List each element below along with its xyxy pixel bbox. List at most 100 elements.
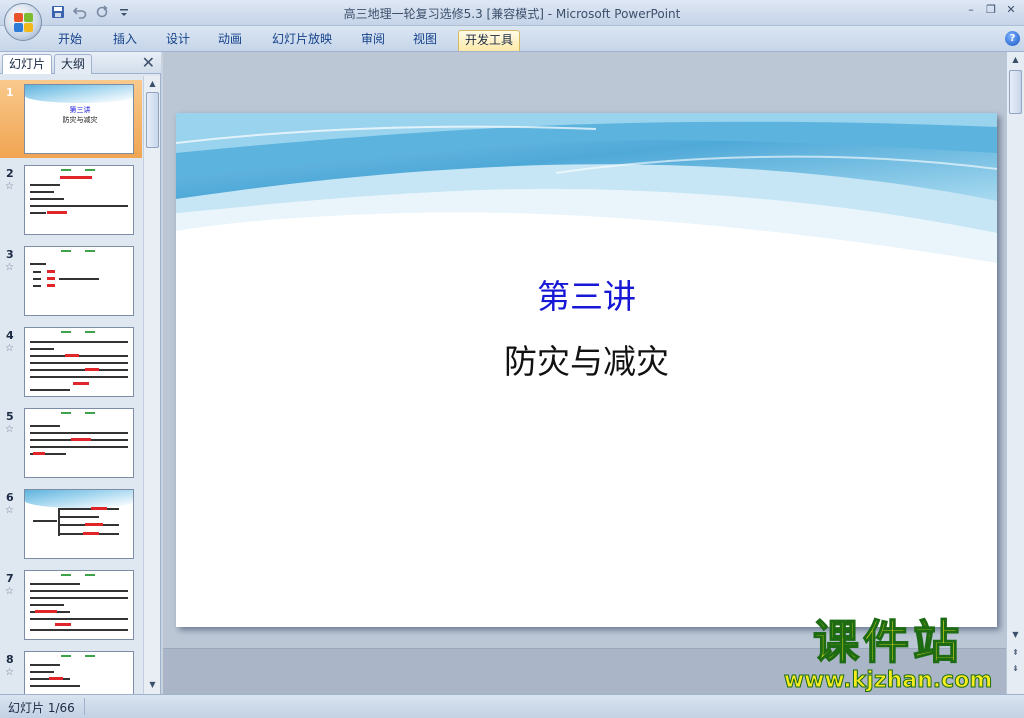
slide-preview bbox=[24, 570, 134, 640]
close-icon[interactable]: ✕ bbox=[142, 54, 155, 72]
mini-bar bbox=[91, 507, 107, 510]
slide-preview bbox=[24, 165, 134, 235]
slide-thumbnail-2[interactable]: 2 ☆ bbox=[0, 161, 142, 239]
scroll-down-icon[interactable]: ▼ bbox=[1009, 628, 1022, 642]
mini-bar bbox=[71, 438, 91, 441]
mini-bar bbox=[60, 176, 92, 179]
animation-star-icon: ☆ bbox=[5, 262, 14, 273]
tab-developer[interactable]: 开发工具 bbox=[458, 30, 521, 51]
slide-thumbnail-3[interactable]: 3 ☆ bbox=[0, 242, 142, 320]
animation-star-icon: ☆ bbox=[5, 343, 14, 354]
mini-bar bbox=[30, 212, 46, 214]
slide-thumbnail-6[interactable]: 6 ☆ bbox=[0, 485, 142, 563]
slide-number: 2 bbox=[6, 167, 14, 180]
ribbon-tabs: 开始 插入 设计 动画 幻灯片放映 审阅 视图 开发工具 ? bbox=[0, 26, 1024, 52]
mini-bar bbox=[30, 355, 128, 357]
tab-insert[interactable]: 插入 bbox=[107, 30, 143, 51]
scroll-thumb[interactable] bbox=[146, 92, 159, 148]
next-slide-icon[interactable]: ⇟ bbox=[1009, 662, 1022, 676]
tab-outline[interactable]: 大纲 bbox=[54, 54, 93, 74]
mini-bar bbox=[47, 277, 55, 280]
slide-preview: 第三讲 防灾与减灾 bbox=[24, 84, 134, 154]
mini-bar bbox=[47, 284, 55, 287]
mini-bar bbox=[33, 278, 41, 280]
mini-bar bbox=[33, 271, 41, 273]
slide-preview bbox=[24, 408, 134, 478]
watermark-title: 课件站 bbox=[812, 615, 963, 669]
mini-bar bbox=[30, 263, 46, 265]
current-slide[interactable]: 第三讲 防灾与减灾 bbox=[176, 113, 997, 627]
slide-number: 6 bbox=[6, 491, 14, 504]
scroll-up-icon[interactable]: ▲ bbox=[1009, 53, 1022, 67]
tab-design[interactable]: 设计 bbox=[160, 30, 196, 51]
animation-star-icon: ☆ bbox=[5, 505, 14, 516]
scroll-down-icon[interactable]: ▼ bbox=[146, 678, 159, 692]
mini-bar bbox=[30, 362, 128, 364]
mini-bar bbox=[58, 508, 60, 536]
thumb-subtitle: 防灾与减灾 bbox=[62, 116, 98, 124]
mini-bar bbox=[30, 341, 128, 343]
tab-view[interactable]: 视图 bbox=[407, 30, 443, 51]
slide-thumbnail-5[interactable]: 5 ☆ bbox=[0, 404, 142, 482]
tab-home[interactable]: 开始 bbox=[52, 30, 88, 51]
tab-review[interactable]: 审阅 bbox=[355, 30, 391, 51]
mini-bar bbox=[30, 389, 70, 391]
mini-bar bbox=[61, 655, 71, 657]
slide-thumbnail-1[interactable]: 1 第三讲 防灾与减灾 bbox=[0, 80, 142, 158]
mini-bar bbox=[85, 169, 95, 171]
wave-decoration bbox=[25, 85, 133, 103]
thumbnail-scrollbar[interactable]: ▲ ▼ bbox=[143, 76, 160, 694]
restore-button[interactable]: ❐ bbox=[984, 3, 998, 17]
scroll-up-icon[interactable]: ▲ bbox=[146, 77, 159, 91]
mini-bar bbox=[30, 205, 128, 207]
window-title: 高三地理一轮复习选修5.3 [兼容模式] - Microsoft PowerPo… bbox=[343, 7, 681, 21]
mini-bar bbox=[30, 590, 128, 592]
help-icon[interactable]: ? bbox=[1005, 31, 1020, 46]
slide-thumbnail-7[interactable]: 7 ☆ bbox=[0, 566, 142, 644]
tab-slides[interactable]: 幻灯片 bbox=[2, 54, 53, 74]
slide-scrollbar[interactable]: ▲ ▼ ⇞ ⇟ bbox=[1006, 52, 1024, 694]
thumb-title: 第三讲 bbox=[69, 106, 91, 114]
mini-bar bbox=[30, 604, 64, 606]
mini-bar bbox=[85, 574, 95, 576]
previous-slide-icon[interactable]: ⇞ bbox=[1009, 646, 1022, 660]
tab-slideshow[interactable]: 幻灯片放映 bbox=[266, 30, 338, 51]
mini-bar bbox=[61, 250, 71, 252]
tab-animations[interactable]: 动画 bbox=[212, 30, 248, 51]
slide-thumbnail-4[interactable]: 4 ☆ bbox=[0, 323, 142, 401]
minimize-button[interactable]: – bbox=[964, 3, 978, 17]
slide-title[interactable]: 第三讲 bbox=[176, 270, 997, 318]
mini-bar bbox=[30, 191, 54, 193]
mini-bar bbox=[35, 610, 57, 613]
window-controls: – ❐ ✕ bbox=[964, 3, 1018, 17]
slide-number: 3 bbox=[6, 248, 14, 261]
slide-thumbnail-8[interactable]: 8 ☆ bbox=[0, 647, 142, 694]
mini-bar bbox=[47, 211, 67, 214]
office-button[interactable] bbox=[4, 3, 42, 41]
scroll-thumb[interactable] bbox=[1009, 70, 1022, 114]
mini-bar bbox=[85, 368, 99, 371]
mini-bar bbox=[61, 169, 71, 171]
mini-bar bbox=[30, 629, 128, 631]
slides-panel: 幻灯片 大纲 ✕ 1 第三讲 防灾与减灾 2 ☆ 3 ☆ 4 ☆ 5 ☆ 6 ☆… bbox=[0, 52, 161, 694]
slide-number: 1 bbox=[6, 86, 14, 99]
mini-bar bbox=[47, 270, 55, 273]
mini-bar bbox=[30, 583, 80, 585]
mini-bar bbox=[30, 198, 64, 200]
mini-bar bbox=[55, 623, 71, 626]
mini-bar bbox=[30, 184, 60, 186]
mini-bar bbox=[30, 432, 128, 434]
slide-preview bbox=[24, 246, 134, 316]
close-button[interactable]: ✕ bbox=[1004, 3, 1018, 17]
mini-bar bbox=[59, 516, 99, 518]
mini-bar bbox=[30, 664, 60, 666]
mini-bar bbox=[30, 376, 128, 378]
title-bar: 高三地理一轮复习选修5.3 [兼容模式] - Microsoft PowerPo… bbox=[0, 0, 1024, 41]
powerpoint-window: 高三地理一轮复习选修5.3 [兼容模式] - Microsoft PowerPo… bbox=[0, 0, 1024, 718]
mini-bar bbox=[61, 574, 71, 576]
watermark: 课件站 www.kjzhan.com bbox=[770, 615, 1006, 694]
slide-subtitle[interactable]: 防灾与减灾 bbox=[176, 335, 997, 383]
slide-number: 7 bbox=[6, 572, 14, 585]
mini-bar bbox=[30, 446, 128, 448]
mini-bar bbox=[85, 250, 95, 252]
